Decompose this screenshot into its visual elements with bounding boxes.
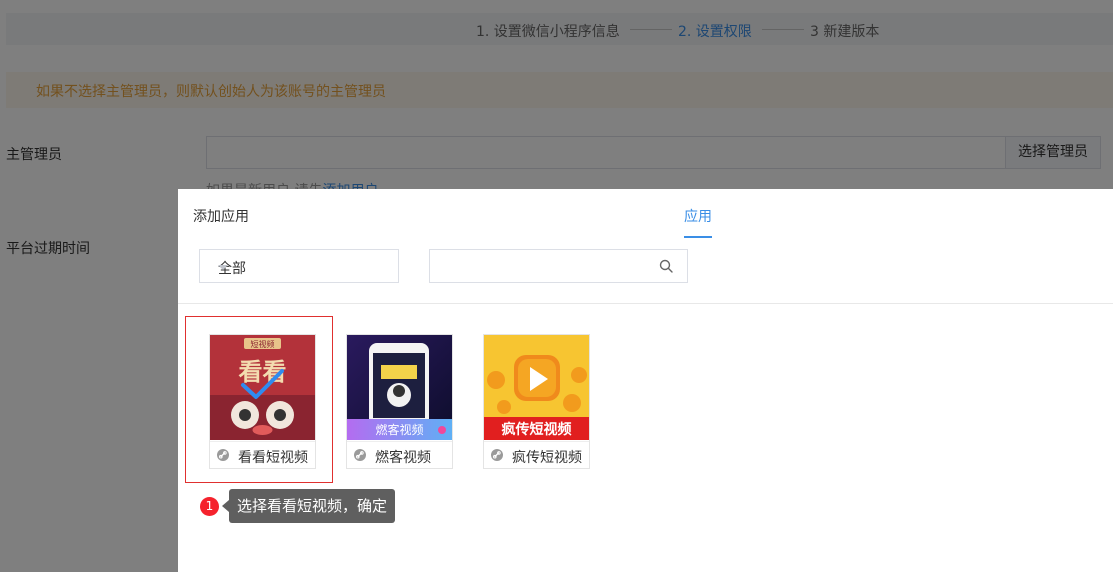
app-name: 看看短视频 [238, 450, 308, 466]
poster-banner-text: 短视频 [251, 339, 275, 349]
app-card-kankan[interactable]: 短视频 看看 看看短视频 [209, 334, 316, 469]
app-name-row: 疯传短视频 [484, 441, 589, 469]
app-card-ranke[interactable]: 燃客视频 燃客视频 [346, 334, 453, 469]
modal-title: 添加应用 [193, 209, 249, 225]
poster-title-text: 疯传短视频 [502, 421, 572, 438]
link-icon [491, 449, 503, 461]
link-icon [217, 449, 229, 461]
app-thumbnail: 短视频 看看 [210, 335, 315, 440]
link-icon [354, 449, 366, 461]
caret-down-icon [218, 265, 228, 270]
app-thumbnail: 疯传短视频 [484, 335, 589, 440]
tab-apps[interactable]: 应用 [684, 206, 712, 226]
search-icon[interactable] [659, 259, 673, 273]
app-name: 燃客视频 [375, 450, 431, 466]
app-thumbnail: 燃客视频 [347, 335, 452, 440]
tooltip-arrow [222, 500, 229, 512]
app-name-row: 燃客视频 [347, 441, 452, 469]
app-card-fengchuan[interactable]: 疯传短视频 疯传短视频 [483, 334, 590, 469]
tab-active-indicator [684, 236, 712, 238]
app-name-row: 看看短视频 [210, 441, 315, 469]
app-name: 疯传短视频 [512, 450, 582, 466]
tutorial-tooltip: 选择看看短视频，确定 [229, 489, 396, 523]
search-input[interactable] [429, 249, 688, 283]
divider [178, 303, 1113, 304]
category-select[interactable]: 全部 [199, 249, 399, 283]
add-app-modal: 添加应用 应用 全部 短视频 看看 看看短视频 燃客视频 燃客视频 疯传短视频 … [178, 189, 1113, 572]
step-badge: 1 [200, 497, 219, 516]
poster-title-text: 燃客视频 [375, 422, 423, 437]
